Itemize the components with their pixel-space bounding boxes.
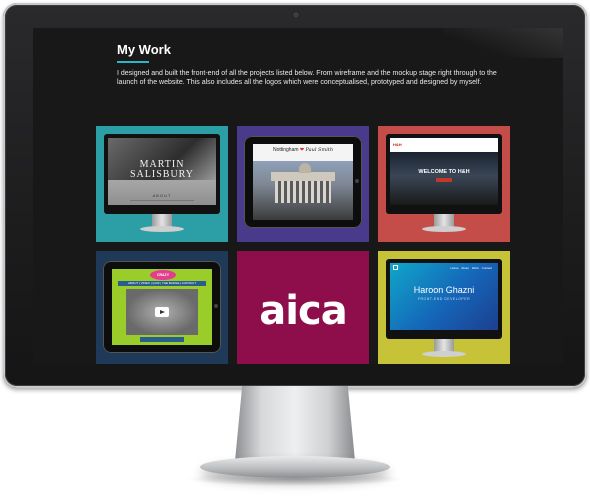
screen: My Work I designed and built the front-e… bbox=[33, 28, 563, 364]
project-screenshot: H&H WELCOME TO H&H bbox=[390, 138, 498, 205]
portfolio-grid: MARTIN SALISBURY ABOUT Nottingham ❤ Paul… bbox=[96, 126, 512, 364]
project-subtitle: FRONT-END DEVELOPER bbox=[417, 297, 471, 301]
home-button-icon bbox=[214, 304, 218, 308]
building-dome bbox=[299, 163, 311, 173]
desktop-stand bbox=[152, 214, 172, 228]
project-name: MARTIN SALISBURY bbox=[129, 159, 194, 180]
cta-button bbox=[436, 178, 452, 182]
site-footer bbox=[140, 337, 184, 342]
site-nav: ABOUT | VIDEO | QUIZ | THE BADGE | CONTA… bbox=[118, 281, 206, 286]
project-signature: Paul Smith bbox=[305, 147, 334, 153]
site-nav: Home About Work Contact bbox=[450, 266, 492, 270]
project-tile-nottingham[interactable]: Nottingham ❤ Paul Smith bbox=[237, 126, 369, 242]
screen-glare bbox=[443, 28, 563, 58]
project-tile-aica[interactable]: aica bbox=[237, 251, 369, 364]
heart-icon: ❤ bbox=[299, 147, 305, 153]
camera-icon bbox=[293, 12, 299, 18]
tablet-mockup: Nottingham ❤ Paul Smith bbox=[244, 136, 362, 228]
project-screenshot: Nottingham ❤ Paul Smith bbox=[253, 144, 353, 220]
project-tile-crazy-cricket[interactable]: CRAZY CRICKET ABOUT | VIDEO | QUIZ | THE… bbox=[96, 251, 228, 364]
project-tile-haroon-ghazni[interactable]: Home About Work Contact Haroon Ghazni FR… bbox=[378, 251, 510, 364]
project-name: Nottingham bbox=[272, 147, 299, 153]
project-caption: ABOUT bbox=[152, 193, 172, 198]
desktop-mockup: Home About Work Contact Haroon Ghazni FR… bbox=[386, 259, 502, 339]
aica-logo: aica bbox=[259, 288, 347, 334]
monitor-stand bbox=[235, 386, 355, 461]
monitor-mockup: My Work I designed and built the front-e… bbox=[0, 0, 590, 498]
monitor-base bbox=[200, 456, 390, 478]
project-name: Haroon Ghazni bbox=[413, 285, 475, 295]
hero-photo bbox=[108, 138, 216, 180]
project-header: Nottingham ❤ Paul Smith bbox=[253, 147, 353, 153]
play-icon bbox=[155, 307, 169, 317]
project-name: CRAZY CRICKET bbox=[150, 270, 176, 287]
home-button-icon bbox=[355, 179, 359, 183]
page-title: My Work bbox=[117, 42, 171, 57]
project-screenshot: CRAZY CRICKET ABOUT | VIDEO | QUIZ | THE… bbox=[112, 269, 212, 345]
desktop-stand bbox=[434, 214, 454, 228]
project-tile-h-and-h[interactable]: H&H WELCOME TO H&H bbox=[378, 126, 510, 242]
desktop-base bbox=[422, 226, 466, 232]
intro-text: I designed and built the front-end of al… bbox=[117, 70, 497, 86]
site-nav bbox=[390, 138, 498, 152]
video-player bbox=[126, 289, 198, 335]
project-tile-martin-salisbury[interactable]: MARTIN SALISBURY ABOUT bbox=[96, 126, 228, 242]
hero-photo bbox=[390, 152, 498, 205]
project-screenshot: Home About Work Contact Haroon Ghazni FR… bbox=[390, 263, 498, 330]
monitor-frame: My Work I designed and built the front-e… bbox=[3, 3, 587, 388]
title-underline bbox=[117, 61, 149, 63]
building-columns bbox=[275, 181, 331, 203]
building-photo bbox=[253, 161, 353, 220]
project-screenshot: MARTIN SALISBURY ABOUT bbox=[108, 138, 216, 205]
desktop-mockup: H&H WELCOME TO H&H bbox=[386, 134, 502, 214]
site-logo-icon bbox=[393, 265, 398, 270]
desktop-mockup: MARTIN SALISBURY ABOUT bbox=[104, 134, 220, 214]
project-logo: H&H bbox=[393, 142, 402, 147]
building-roof bbox=[271, 172, 335, 181]
project-name: WELCOME TO H&H bbox=[418, 169, 470, 175]
desktop-base bbox=[422, 351, 466, 357]
desktop-stand bbox=[434, 339, 454, 353]
divider bbox=[129, 200, 195, 201]
desktop-base bbox=[140, 226, 184, 232]
tablet-mockup: CRAZY CRICKET ABOUT | VIDEO | QUIZ | THE… bbox=[103, 261, 221, 353]
